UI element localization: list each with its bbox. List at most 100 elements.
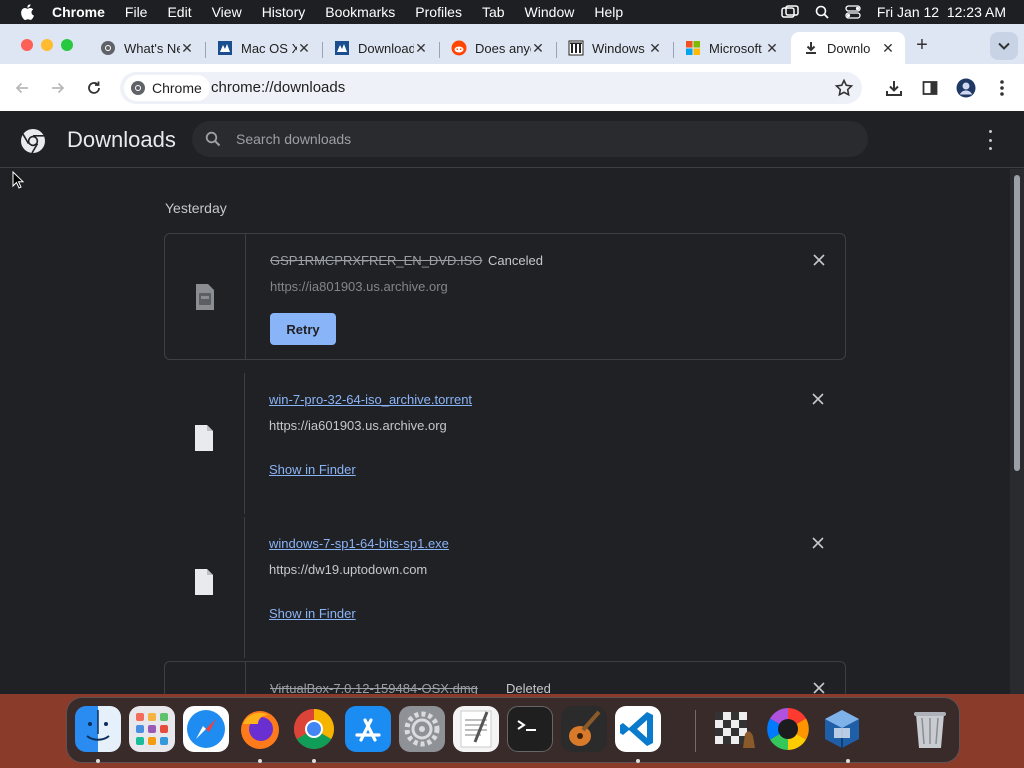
- chrome-menu-button[interactable]: [992, 78, 1012, 98]
- downloads-page: Downloads Yesterday GSP1RMCPRXFRER_EN_DV…: [0, 111, 1024, 694]
- back-button[interactable]: [12, 78, 32, 98]
- search-box[interactable]: [192, 121, 868, 157]
- chess-icon[interactable]: [711, 706, 757, 752]
- profile-button[interactable]: [956, 78, 976, 98]
- running-indicator: [846, 759, 850, 763]
- close-icon[interactable]: ✕: [297, 41, 311, 55]
- trash-icon[interactable]: [907, 706, 953, 752]
- chrome-logo-icon: [21, 129, 45, 154]
- show-in-finder-link[interactable]: Show in Finder: [269, 462, 356, 477]
- retry-button[interactable]: Retry: [270, 313, 336, 345]
- archive-icon: [217, 40, 233, 56]
- bookmark-star-icon[interactable]: [834, 78, 854, 98]
- site-info-chip[interactable]: Chrome: [124, 75, 210, 101]
- virtualbox-icon[interactable]: [819, 706, 865, 752]
- firefox-icon[interactable]: [237, 706, 283, 752]
- page-menu-button[interactable]: [982, 130, 998, 150]
- file-name-link[interactable]: windows-7-sp1-64-bits-sp1.exe: [269, 536, 449, 551]
- menu-clock[interactable]: Fri Jan 12 12:23 AM: [877, 4, 1006, 20]
- dock: [66, 697, 960, 763]
- menu-tab[interactable]: Tab: [482, 4, 505, 20]
- downloads-toolbar-button[interactable]: [884, 78, 904, 98]
- tab-windows-7[interactable]: Windows 7 ✕: [556, 32, 672, 64]
- tab-reddit[interactable]: Does anyone ✕: [439, 32, 555, 64]
- download-icon: [803, 40, 819, 56]
- tab-downloads-archive[interactable]: Downloads ✕: [322, 32, 438, 64]
- tab-label: Windows 7: [592, 40, 648, 56]
- side-panel-button[interactable]: [920, 78, 940, 98]
- window-close-button[interactable]: [21, 39, 33, 51]
- color-wheel-icon[interactable]: [765, 706, 811, 752]
- file-icon: [195, 425, 213, 451]
- tab-downloads-active[interactable]: Downloads ✕: [791, 32, 905, 64]
- window-minimize-button[interactable]: [41, 39, 53, 51]
- menu-app-name[interactable]: Chrome: [52, 4, 105, 20]
- scrollbar-thumb[interactable]: [1014, 175, 1020, 471]
- remove-icon[interactable]: [811, 252, 827, 268]
- tab-whats-new[interactable]: What's New ✕: [88, 32, 204, 64]
- chevron-down-icon: [998, 42, 1010, 50]
- tab-label: Downloads: [358, 40, 414, 56]
- show-in-finder-link[interactable]: Show in Finder: [269, 606, 356, 621]
- terminal-icon[interactable]: [507, 706, 553, 752]
- close-icon[interactable]: ✕: [180, 41, 194, 55]
- apple-icon[interactable]: [20, 4, 34, 20]
- museum-icon: [568, 40, 584, 56]
- app-store-icon[interactable]: [345, 706, 391, 752]
- page-header: Downloads: [0, 111, 1024, 168]
- spotlight-search-icon[interactable]: [815, 5, 829, 19]
- finder-icon[interactable]: [75, 706, 121, 752]
- window-zoom-button[interactable]: [61, 39, 73, 51]
- new-tab-button[interactable]: +: [912, 35, 932, 56]
- reload-button[interactable]: [84, 78, 104, 98]
- menu-view[interactable]: View: [212, 4, 242, 20]
- file-icon-column: [164, 373, 245, 514]
- close-icon[interactable]: ✕: [881, 41, 895, 55]
- url-text[interactable]: chrome://downloads: [211, 79, 345, 96]
- tab-label: Does anyone: [475, 40, 531, 56]
- download-icon: [886, 81, 902, 96]
- close-icon[interactable]: ✕: [531, 41, 545, 55]
- garageband-icon[interactable]: [561, 706, 607, 752]
- search-input[interactable]: [236, 121, 836, 157]
- remove-icon[interactable]: [811, 680, 827, 694]
- running-indicator: [258, 759, 262, 763]
- close-icon[interactable]: ✕: [414, 41, 428, 55]
- forward-button[interactable]: [48, 78, 68, 98]
- screen-mirroring-icon[interactable]: [781, 5, 799, 19]
- close-icon[interactable]: ✕: [648, 41, 662, 55]
- remove-icon[interactable]: [810, 535, 826, 551]
- chrome-icon: [100, 40, 116, 56]
- menu-history[interactable]: History: [262, 4, 306, 20]
- tab-microsoft[interactable]: Microsoft ✕: [673, 32, 789, 64]
- textedit-icon[interactable]: [453, 706, 499, 752]
- vscode-icon[interactable]: [615, 706, 661, 752]
- menu-bookmarks[interactable]: Bookmarks: [325, 4, 395, 20]
- menu-help[interactable]: Help: [594, 4, 623, 20]
- launchpad-icon[interactable]: [129, 706, 175, 752]
- tab-mac-os-x[interactable]: Mac OS X ✕: [205, 32, 321, 64]
- tab-label: Mac OS X: [241, 40, 297, 56]
- control-center-icon[interactable]: [845, 5, 861, 19]
- source-url[interactable]: https://dw19.uptodown.com: [269, 562, 427, 577]
- address-bar[interactable]: Chrome chrome://downloads: [120, 72, 862, 104]
- menu-file[interactable]: File: [125, 4, 148, 20]
- safari-icon[interactable]: [183, 706, 229, 752]
- remove-icon[interactable]: [810, 391, 826, 407]
- file-icon-column: [165, 234, 246, 359]
- file-name-link[interactable]: win-7-pro-32-64-iso_archive.torrent: [269, 392, 472, 407]
- menu-profiles[interactable]: Profiles: [415, 4, 462, 20]
- tab-search-button[interactable]: [990, 32, 1018, 60]
- system-settings-icon[interactable]: [399, 706, 445, 752]
- source-url[interactable]: https://ia601903.us.archive.org: [269, 418, 447, 433]
- menu-window[interactable]: Window: [525, 4, 575, 20]
- tab-label: What's New: [124, 40, 180, 56]
- avatar-icon: [956, 78, 976, 98]
- status-text: Deleted: [506, 681, 551, 694]
- menu-edit[interactable]: Edit: [167, 4, 191, 20]
- chrome-icon[interactable]: [291, 706, 337, 752]
- source-url[interactable]: https://ia801903.us.archive.org: [270, 279, 448, 294]
- file-icon: [195, 569, 213, 595]
- scrollbar[interactable]: [1010, 169, 1024, 694]
- close-icon[interactable]: ✕: [765, 41, 779, 55]
